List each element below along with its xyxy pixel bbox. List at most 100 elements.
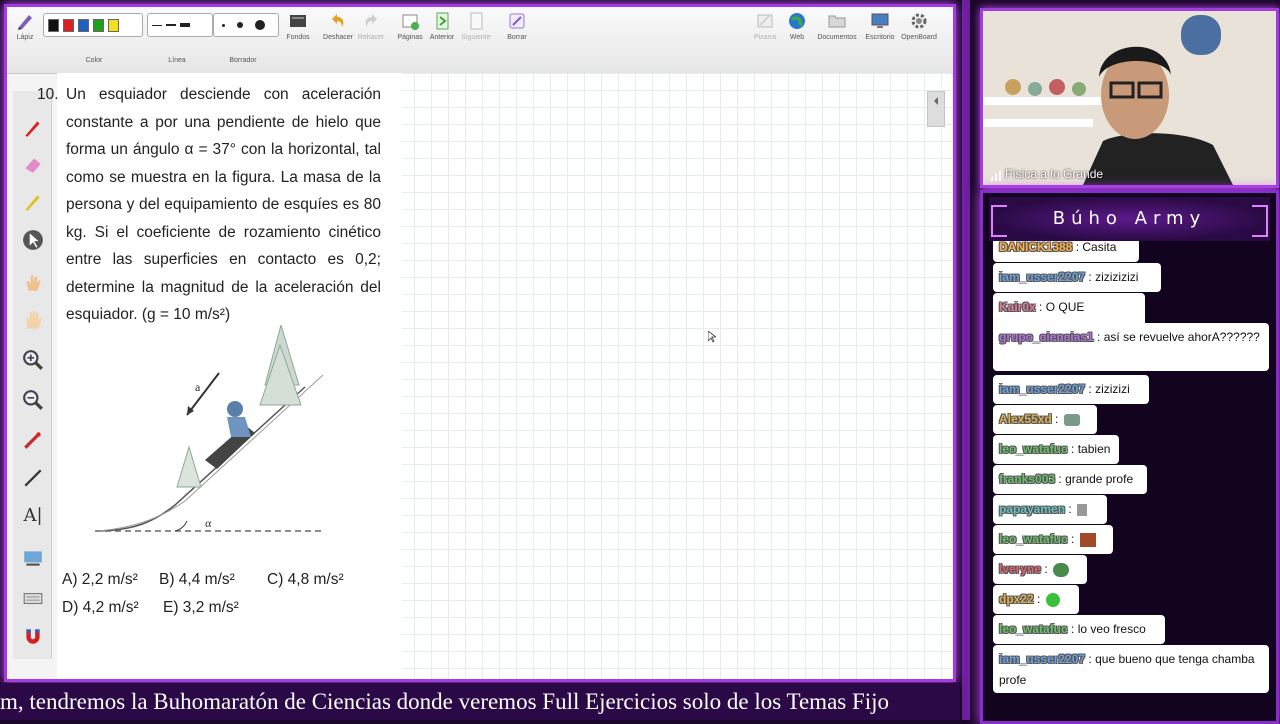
desktop-button[interactable]: Escritorio [863, 11, 897, 41]
eraser-icon[interactable] [22, 153, 44, 175]
page-collapse-handle[interactable] [927, 91, 945, 127]
problem-text: Un esquiador desciende con aceleración c… [66, 86, 381, 323]
line-tool-icon[interactable] [22, 467, 44, 489]
selector-arrow-icon[interactable] [22, 229, 44, 251]
stream-border-strip [962, 0, 970, 720]
eraser-small-option[interactable] [222, 23, 225, 27]
clear-button[interactable]: Borrar [503, 11, 531, 41]
chat-message: leo_watafuc : [993, 525, 1113, 554]
folder-icon [828, 15, 846, 28]
color-label: Color [85, 57, 103, 64]
eraser-medium-option[interactable] [237, 22, 243, 28]
interact-hand-icon[interactable] [22, 271, 44, 293]
chat-emote [1077, 503, 1088, 516]
board-button[interactable]: Pizarra [753, 11, 777, 41]
chat-message: franks003 : grande profe [993, 465, 1147, 494]
hand-pan-icon[interactable] [22, 309, 44, 331]
webcam-caption: Física a lo Grande [1005, 167, 1104, 181]
webcam-feed: Física a lo Grande [980, 8, 1279, 188]
chat-emote [1045, 592, 1060, 607]
chevron-left-icon [934, 97, 938, 105]
option-e: E) 3,2 m/s² [163, 599, 239, 616]
acceleration-label: a [195, 380, 201, 394]
chat-message: lveryne : [993, 555, 1087, 584]
line-medium-option[interactable] [166, 24, 176, 26]
text-tool-icon[interactable]: A| [22, 505, 44, 527]
backgrounds-button[interactable]: Fondos [283, 11, 313, 41]
angle-label: α [205, 516, 212, 530]
chat-panel: Búho Army DANICK1388 : Casita iam_usser2… [980, 190, 1279, 724]
pencil-icon [18, 15, 32, 30]
chat-message: grupo_ciencias1 : así se revuelve ahorA?… [993, 323, 1269, 371]
option-d: D) 4,2 m/s² [62, 599, 139, 616]
chat-emote [1079, 532, 1096, 547]
pen-icon[interactable] [22, 117, 44, 139]
next-page-icon [470, 12, 483, 30]
openboard-toolbar: Lápiz Color Línea Borrador Fondos Deshac… [7, 7, 953, 74]
line-thin-option[interactable] [152, 24, 162, 26]
color-black-swatch[interactable] [48, 18, 59, 32]
color-green-swatch[interactable] [93, 18, 104, 32]
mouse-cursor-icon [708, 331, 716, 343]
chat-message: papayamen : [993, 495, 1107, 524]
magnet-icon[interactable] [22, 625, 44, 647]
chat-message: iam_usser2207 : que bueno que tenga cham… [993, 645, 1269, 693]
eraser-size-selector[interactable] [213, 13, 279, 37]
problem-number: 10. [37, 86, 59, 103]
chat-message: leo_watafuc : lo veo fresco [993, 615, 1165, 644]
gear-icon [911, 13, 927, 29]
zoom-in-icon[interactable] [22, 349, 44, 371]
chat-emote [1063, 413, 1080, 426]
line-width-selector[interactable] [147, 13, 213, 37]
backgrounds-icon [290, 15, 306, 27]
news-ticker: m, tendremos la Buhomaratón de Ciencias … [0, 683, 960, 720]
color-blue-swatch[interactable] [78, 18, 89, 32]
chat-messages: DANICK1388 : Casita iam_usser2207 : zizi… [983, 241, 1276, 721]
stylus-palette: A| [13, 91, 52, 659]
webcam-image [983, 11, 1276, 185]
capture-icon[interactable] [22, 547, 44, 569]
redo-button[interactable]: Rehacer [357, 11, 385, 41]
undo-icon [332, 14, 344, 27]
clear-icon [509, 13, 525, 29]
eraser-label: Borrador [229, 57, 257, 64]
chat-title: Búho Army [989, 197, 1270, 241]
eraser-large-option[interactable] [255, 20, 265, 30]
documents-button[interactable]: Documentos [815, 11, 859, 41]
pencil-tool[interactable]: Lápiz [13, 11, 37, 41]
redo-icon [365, 14, 377, 27]
board-icon [757, 14, 773, 28]
keyboard-icon[interactable] [22, 587, 44, 609]
chat-message: leo_watafuc : tabien [993, 435, 1119, 464]
openboard-window: Lápiz Color Línea Borrador Fondos Deshac… [4, 4, 956, 682]
previous-page-icon [436, 12, 449, 30]
monitor-icon [871, 13, 889, 28]
color-palette[interactable] [43, 13, 143, 37]
line-label: Línea [168, 57, 186, 64]
laser-pointer-icon[interactable] [22, 429, 44, 451]
openboard-settings-button[interactable]: OpenBoard [899, 11, 939, 41]
option-c: C) 4,8 m/s² [267, 571, 344, 588]
skier-slope-figure: a α [95, 325, 325, 532]
pages-icon [402, 14, 419, 30]
chat-message: iam_usser2207 : zizizizizi [993, 263, 1161, 292]
color-yellow-swatch[interactable] [108, 18, 119, 32]
option-b: B) 4,4 m/s² [159, 571, 235, 588]
chat-emote [1053, 562, 1070, 577]
chat-message: iam_usser2207 : zizizizi [993, 375, 1149, 404]
signal-bars-icon [991, 171, 1001, 181]
undo-button[interactable]: Deshacer [321, 11, 355, 41]
pages-button[interactable]: Páginas [395, 11, 425, 41]
chat-message: DANICK1388 : Casita [993, 241, 1139, 262]
globe-icon [789, 13, 805, 29]
previous-page-button[interactable]: Anterior [427, 11, 457, 41]
chat-message: dpx22 : [993, 585, 1079, 614]
option-a: A) 2,2 m/s² [62, 571, 138, 588]
color-red-swatch[interactable] [63, 18, 74, 32]
zoom-out-icon[interactable] [22, 389, 44, 411]
line-thick-option[interactable] [180, 23, 190, 27]
chat-message: Alex55xd : [993, 405, 1097, 434]
highlighter-icon[interactable] [22, 191, 44, 213]
next-page-button[interactable]: Siguiente [459, 11, 493, 41]
web-button[interactable]: Web [785, 11, 809, 41]
